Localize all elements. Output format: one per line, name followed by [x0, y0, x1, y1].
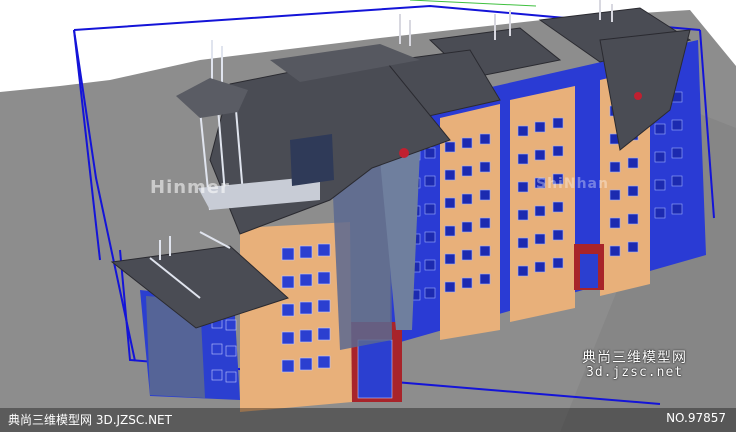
roof-red-emblem-2	[634, 92, 642, 100]
roof-red-emblem	[399, 148, 409, 158]
faint-logo-watermark-2: ShiNhan	[536, 176, 609, 192]
footer-site-label: 典尚三维模型网 3D.JZSC.NET	[8, 413, 172, 427]
tower-center-body	[240, 222, 352, 412]
observation-glass	[290, 134, 334, 186]
modeling-viewport[interactable]: Hinmer ShiNhan 典尚三维模型网 3d.jzsc.net 典尚三维模…	[0, 0, 736, 432]
faint-logo-watermark: Hinmer	[150, 177, 230, 198]
watermark-site-name: 典尚三维模型网	[582, 350, 687, 366]
footer-model-number: NO.97857	[666, 411, 726, 425]
watermark-url: 3d.jzsc.net	[586, 365, 684, 380]
